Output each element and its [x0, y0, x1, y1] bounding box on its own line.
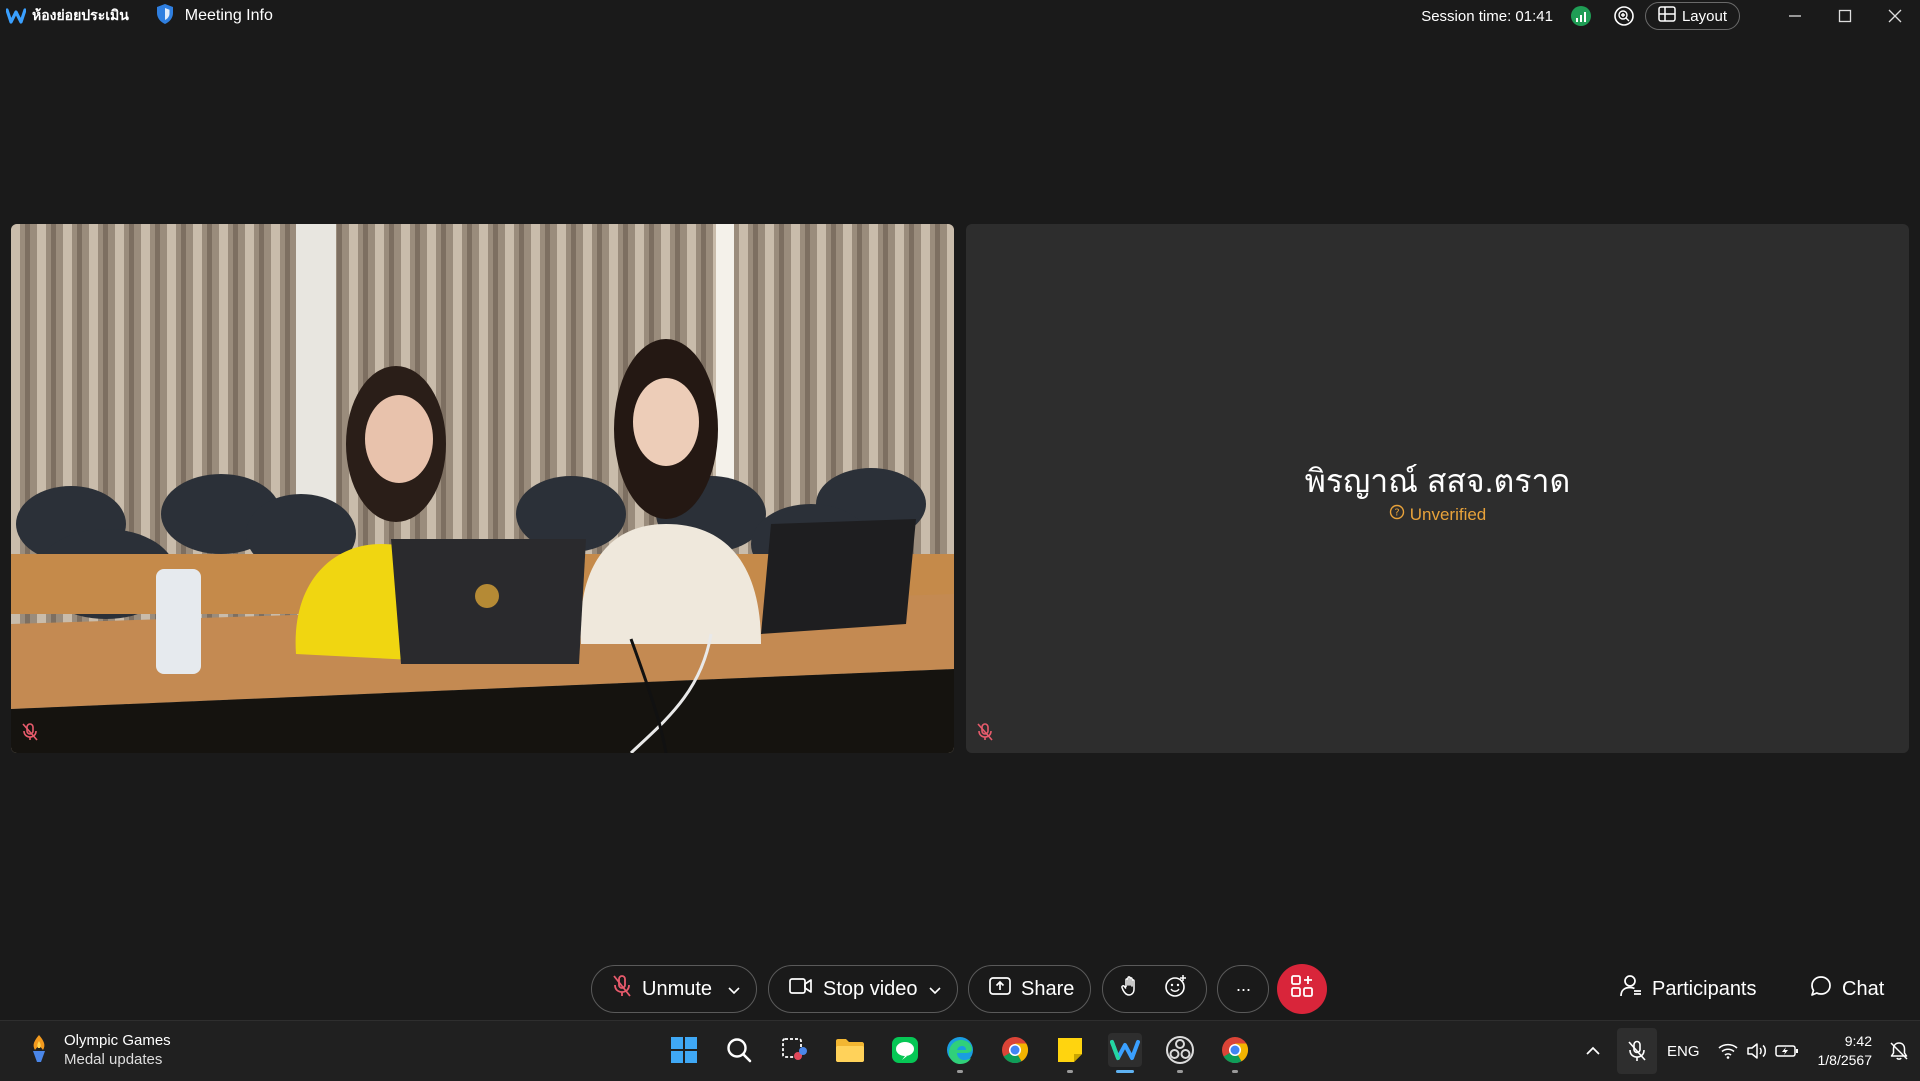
clock-date: 1/8/2567: [1817, 1052, 1873, 1068]
shield-icon: [155, 3, 175, 30]
room-name: ห้องย่อยประเมิน: [32, 7, 129, 23]
share-label: Share: [1021, 977, 1075, 1000]
folder-icon: [836, 1039, 864, 1062]
muted-mic-icon: [21, 722, 39, 747]
chat-bubble-icon: [1810, 975, 1832, 1003]
more-options-button[interactable]: ···: [1217, 965, 1269, 1013]
layout-button[interactable]: Layout: [1644, 2, 1740, 30]
input-language[interactable]: ENG: [1667, 1043, 1700, 1060]
svg-text:?: ?: [1394, 508, 1399, 519]
chevron-down-icon[interactable]: [728, 978, 740, 1001]
running-indicator: [957, 1070, 963, 1073]
active-indicator: [1116, 1070, 1134, 1073]
remote-participant-name: พิรญาณ์ สสจ.ตราด: [1304, 463, 1571, 499]
volume-icon[interactable]: [1742, 1042, 1772, 1060]
system-clock[interactable]: 9:42 1/8/2567: [1818, 1032, 1873, 1070]
layout-label: Layout: [1681, 7, 1727, 25]
clock-time: 9:42: [1844, 1033, 1872, 1049]
participants-button[interactable]: Participants: [1620, 965, 1757, 1013]
apps-grid-icon: [1290, 974, 1314, 1004]
chrome-browser-icon: [1002, 1037, 1029, 1064]
unverified-label: Unverified: [1409, 504, 1487, 524]
participants-icon: [1620, 974, 1642, 1004]
chrome-browser-icon: [1222, 1037, 1249, 1064]
title-left: ห้องย่อยประเมิน Meeting Info: [6, 0, 273, 32]
reactions-group: [1102, 965, 1207, 1013]
video-camera-icon: [789, 977, 813, 1001]
notification-bell-icon[interactable]: [1884, 1041, 1914, 1061]
webex-logo-icon: [6, 6, 26, 26]
line-chat-icon: [892, 1037, 918, 1063]
meeting-info-button[interactable]: Meeting Info: [155, 3, 273, 30]
stop-video-label: Stop video: [823, 977, 918, 1000]
battery-charging-icon[interactable]: [1772, 1044, 1802, 1058]
raise-hand-icon[interactable]: [1121, 975, 1139, 1003]
title-bar: ห้องย่อยประเมิน Meeting Info Session tim…: [0, 0, 1920, 32]
share-button[interactable]: Share: [968, 965, 1091, 1013]
muted-mic-icon: [976, 722, 994, 747]
video-feed: [11, 224, 954, 753]
file-explorer-button[interactable]: [833, 1033, 867, 1067]
unverified-badge: ? Unverified: [966, 504, 1909, 525]
minimize-button[interactable]: [1770, 0, 1820, 32]
running-indicator: [1177, 1070, 1183, 1073]
share-screen-icon: [989, 977, 1011, 1001]
sticky-notes-button[interactable]: [1053, 1033, 1087, 1073]
search-button[interactable]: [722, 1033, 756, 1067]
chat-label: Chat: [1842, 977, 1885, 1000]
reactions-icon[interactable]: [1164, 974, 1188, 1004]
muted-mic-icon: [612, 974, 632, 1004]
windows-start-icon: [671, 1037, 697, 1063]
grid-layout-icon: [1658, 6, 1676, 26]
chat-button[interactable]: Chat: [1810, 965, 1884, 1013]
more-options-label: ···: [1235, 978, 1252, 999]
system-tray: ENG 9:42 1/8/2567: [1581, 1021, 1920, 1081]
close-icon: [1888, 9, 1902, 23]
obs-studio-button[interactable]: [1163, 1033, 1197, 1073]
obs-studio-icon: [1166, 1036, 1194, 1064]
question-circle-icon: ?: [1389, 504, 1405, 525]
maximize-icon: [1838, 9, 1852, 23]
chevron-down-icon[interactable]: [929, 978, 941, 1001]
webex-app-button[interactable]: [1108, 1033, 1142, 1073]
webex-app-icon: [1110, 1040, 1140, 1060]
microphone-muted-tray-icon[interactable]: [1616, 1028, 1657, 1074]
title-right: Session time: 01:41 Layout: [1421, 0, 1920, 32]
session-time: Session time: 01:41: [1421, 7, 1553, 25]
network-health-icon[interactable]: [1570, 6, 1591, 26]
local-video-tile[interactable]: [11, 224, 954, 753]
remote-participant-tile[interactable]: พิรญาณ์ สสจ.ตราด ? Unverified: [966, 224, 1909, 753]
stop-video-button[interactable]: Stop video: [768, 965, 958, 1013]
show-hidden-icons-chevron-icon[interactable]: [1581, 1046, 1605, 1056]
apps-button[interactable]: [1277, 964, 1327, 1014]
zoom-in-icon[interactable]: [1613, 5, 1635, 27]
snipping-tool-icon: [782, 1038, 807, 1060]
chrome-profile-button[interactable]: [1218, 1033, 1252, 1073]
sticky-notes-icon: [1058, 1038, 1082, 1062]
start-button[interactable]: [667, 1033, 701, 1067]
unmute-label: Unmute: [642, 977, 713, 1000]
participants-label: Participants: [1652, 977, 1757, 1000]
search-icon: [727, 1038, 752, 1063]
running-indicator: [1067, 1070, 1073, 1073]
close-button[interactable]: [1870, 0, 1920, 32]
meeting-info-label: Meeting Info: [184, 7, 273, 24]
wifi-icon[interactable]: [1714, 1043, 1742, 1059]
chrome-browser-button[interactable]: [998, 1033, 1032, 1067]
unmute-button[interactable]: Unmute: [591, 965, 757, 1013]
edge-browser-button[interactable]: [943, 1033, 977, 1073]
line-app-button[interactable]: [888, 1033, 922, 1067]
running-indicator: [1232, 1070, 1238, 1073]
minimize-icon: [1789, 15, 1801, 17]
maximize-button[interactable]: [1820, 0, 1870, 32]
windows-taskbar: Olympic Games Medal updates ENG 9:42 1/8…: [0, 1020, 1920, 1081]
snipping-tool-button[interactable]: [777, 1033, 811, 1067]
edge-browser-icon: [947, 1037, 973, 1064]
